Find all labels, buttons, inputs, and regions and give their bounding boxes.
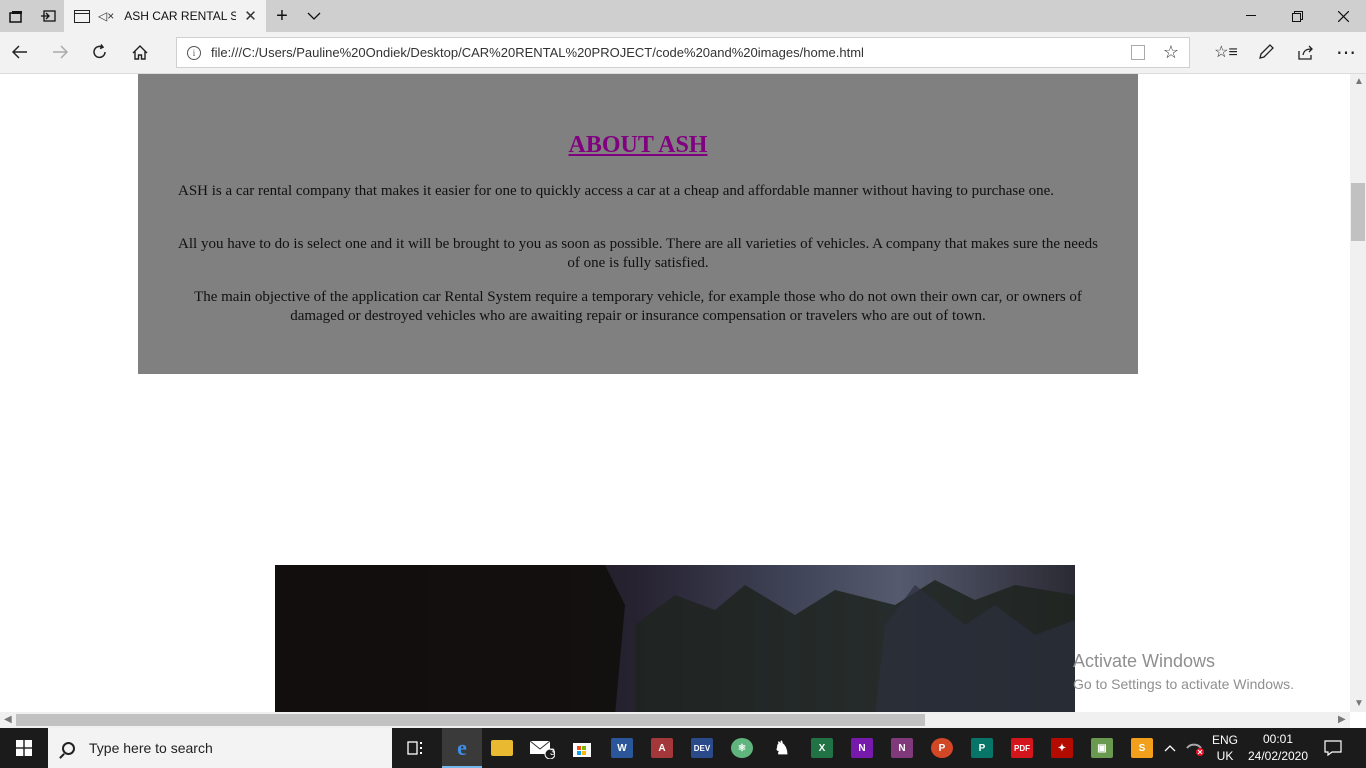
scroll-left-icon[interactable]: ◀ — [4, 714, 12, 725]
excel-icon[interactable]: X — [802, 728, 842, 768]
url-text[interactable]: file:///C:/Users/Pauline%20Ondiek/Deskto… — [211, 45, 864, 60]
favorite-star-icon[interactable]: ☆ — [1163, 42, 1179, 63]
clock[interactable]: 00:01 24/02/2020 — [1244, 728, 1312, 768]
mute-icon[interactable]: ◁× — [98, 9, 114, 23]
about-section: ABOUT ASH ASH is a car rental company th… — [138, 74, 1138, 374]
about-heading: ABOUT ASH — [568, 132, 708, 158]
vertical-scroll-thumb[interactable] — [1351, 183, 1365, 241]
forward-icon[interactable] — [40, 32, 80, 72]
mail-icon[interactable]: 3 — [522, 728, 562, 768]
inkscape-icon[interactable]: ♞ — [762, 728, 802, 768]
store-icon[interactable] — [562, 728, 602, 768]
keyboard-region: UK — [1216, 749, 1234, 763]
powerpoint-icon[interactable]: P — [922, 728, 962, 768]
show-hidden-icons-icon[interactable] — [1158, 728, 1182, 768]
watermark-line-2: Go to Settings to activate Windows. — [1073, 676, 1294, 692]
desktop-screen: ◁× ASH CAR RENTAL S ✕ + i file:///C:/Use… — [0, 0, 1366, 768]
access-icon[interactable]: A — [642, 728, 682, 768]
tab-manager-icon[interactable] — [0, 0, 32, 32]
notifications-icon[interactable] — [1318, 728, 1348, 768]
language-indicator[interactable]: ENG UK — [1208, 728, 1242, 768]
scroll-right-icon[interactable]: ▶ — [1338, 714, 1346, 725]
file-explorer-icon[interactable] — [482, 728, 522, 768]
taskbar: Type here to search e 3 W A DEV ⚛ ♞ X N … — [0, 728, 1366, 768]
publisher-icon[interactable]: P — [962, 728, 1002, 768]
onenote-icon[interactable]: N — [842, 728, 882, 768]
windows-start-icon[interactable] — [0, 728, 48, 768]
search-placeholder[interactable]: Type here to search — [89, 740, 213, 756]
pen-icon[interactable] — [1246, 32, 1286, 72]
horizontal-scroll-thumb[interactable] — [16, 714, 925, 726]
address-bar[interactable]: i file:///C:/Users/Pauline%20Ondiek/Desk… — [176, 37, 1190, 68]
mail-badge: 3 — [550, 747, 556, 757]
android-studio-icon[interactable]: ▣ — [1082, 728, 1122, 768]
taskbar-search[interactable]: Type here to search — [48, 728, 392, 768]
about-paragraph-3: The main objective of the application ca… — [194, 289, 1082, 324]
page-viewport: ABOUT ASH ASH is a car rental company th… — [0, 74, 1350, 712]
tab-bar: ◁× ASH CAR RENTAL S ✕ + — [0, 0, 1366, 32]
back-icon[interactable] — [0, 32, 40, 72]
restore-icon[interactable] — [1274, 0, 1320, 32]
minimize-icon[interactable] — [1228, 0, 1274, 32]
scroll-down-icon[interactable]: ▼ — [1354, 698, 1364, 709]
acrobat-icon[interactable]: ✦ — [1042, 728, 1082, 768]
info-icon[interactable]: i — [187, 45, 201, 60]
edge-icon[interactable]: e — [442, 728, 482, 768]
refresh-icon[interactable] — [80, 32, 120, 72]
clock-time: 00:01 — [1262, 732, 1294, 746]
atom-icon[interactable]: ⚛ — [722, 728, 762, 768]
set-aside-tabs-icon[interactable] — [32, 0, 64, 32]
dev-cpp-icon[interactable]: DEV — [682, 728, 722, 768]
horizontal-scrollbar[interactable]: ◀ ▶ — [0, 712, 1350, 728]
tab-list-icon[interactable] — [298, 0, 330, 32]
active-tab[interactable]: ◁× ASH CAR RENTAL S ✕ — [64, 0, 266, 32]
hero-image — [275, 565, 1075, 712]
reading-view-icon[interactable] — [1131, 45, 1145, 60]
navigation-bar: i file:///C:/Users/Pauline%20Ondiek/Desk… — [0, 32, 1366, 74]
scroll-up-icon[interactable]: ▲ — [1354, 76, 1364, 87]
about-paragraph-2: All you have to do is select one and it … — [178, 236, 1098, 271]
language-code: ENG — [1211, 733, 1238, 747]
more-icon[interactable]: ⋯ — [1326, 32, 1366, 72]
watermark-line-1: Activate Windows — [1073, 651, 1216, 671]
new-tab-icon[interactable]: + — [266, 0, 298, 32]
search-icon — [62, 741, 75, 755]
vertical-scrollbar[interactable]: ▲ ▼ — [1350, 74, 1366, 712]
home-icon[interactable] — [120, 32, 160, 72]
tab-title: ASH CAR RENTAL S — [124, 9, 237, 23]
word-icon[interactable]: W — [602, 728, 642, 768]
share-icon[interactable] — [1286, 32, 1326, 72]
sublime-text-icon[interactable]: S — [1122, 728, 1162, 768]
favorites-hub-icon[interactable]: ☆≡ — [1206, 32, 1246, 72]
task-view-icon[interactable] — [396, 728, 436, 768]
close-tab-icon[interactable]: ✕ — [244, 7, 257, 25]
network-icon[interactable] — [1182, 728, 1208, 768]
about-paragraph-1: ASH is a car rental company that makes i… — [178, 183, 1055, 199]
clock-date: 24/02/2020 — [1247, 749, 1309, 763]
activation-watermark: Activate Windows Go to Settings to activ… — [1073, 651, 1294, 692]
pdf-reader-icon[interactable]: PDF — [1002, 728, 1042, 768]
page-icon — [74, 9, 90, 23]
onenote-2016-icon[interactable]: N — [882, 728, 922, 768]
close-window-icon[interactable] — [1320, 0, 1366, 32]
